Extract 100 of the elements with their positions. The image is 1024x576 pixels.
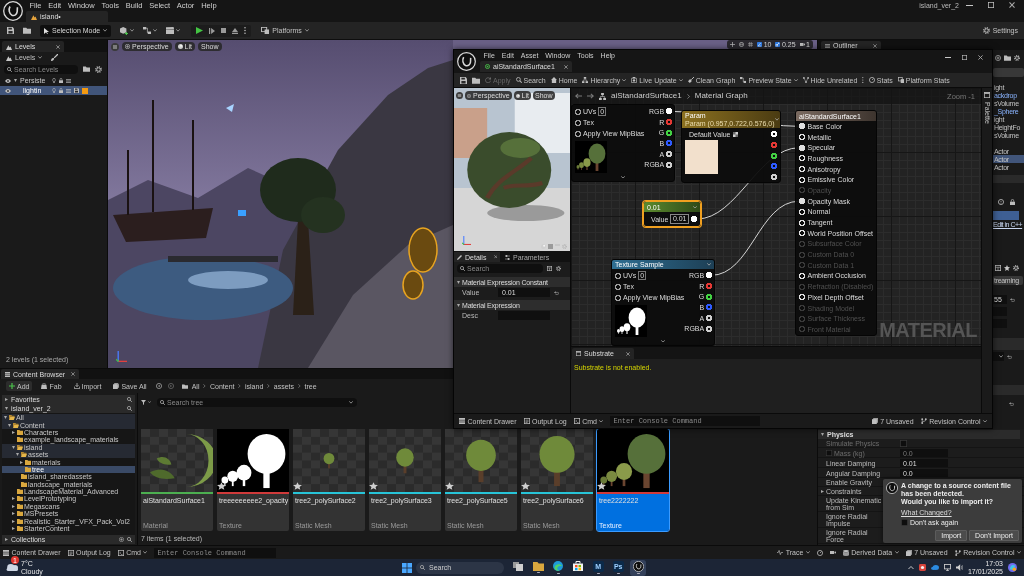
filter-icon[interactable] <box>141 399 146 405</box>
camera-icon[interactable] <box>829 550 836 555</box>
value-field[interactable] <box>498 311 550 320</box>
close-icon[interactable] <box>873 43 877 48</box>
list-icon[interactable] <box>66 88 71 93</box>
reset-icon[interactable] <box>1009 402 1014 406</box>
back-arrow-icon[interactable] <box>575 93 582 99</box>
folder-icon[interactable] <box>83 66 90 72</box>
collapsed-arrow-icon[interactable] <box>20 460 23 464</box>
menu-icon[interactable] <box>111 42 119 51</box>
pin-icon[interactable] <box>615 294 621 301</box>
forward-arrow-icon[interactable] <box>587 93 594 99</box>
save-icon[interactable] <box>460 76 467 84</box>
collapsed-arrow-icon[interactable] <box>12 430 15 434</box>
minimize-icon[interactable] <box>966 4 973 6</box>
collapsed-arrow-icon[interactable] <box>12 512 15 516</box>
pin-icon[interactable] <box>575 119 581 126</box>
monitor-icon[interactable] <box>943 564 951 571</box>
folder-icon[interactable] <box>472 76 480 84</box>
lock-icon[interactable] <box>1010 199 1015 205</box>
search-icon[interactable] <box>127 397 132 402</box>
speaker-icon[interactable] <box>955 564 963 571</box>
collapsed-arrow-icon[interactable] <box>12 504 15 508</box>
taskbar-app-button[interactable] <box>530 559 546 576</box>
cube-plus-icon[interactable] <box>120 26 129 35</box>
search-icon[interactable] <box>127 406 132 411</box>
caret-icon[interactable] <box>621 175 625 178</box>
globe-icon[interactable] <box>739 42 745 47</box>
caret-icon[interactable] <box>153 29 158 32</box>
expanded-arrow-icon[interactable] <box>8 423 11 427</box>
eye-icon[interactable] <box>5 78 11 83</box>
logo-icon[interactable] <box>457 52 476 71</box>
caret-icon[interactable] <box>693 205 697 209</box>
folder-icon[interactable] <box>23 27 31 34</box>
reset-icon[interactable] <box>1010 297 1015 302</box>
collapsed-arrow-icon[interactable] <box>12 519 15 523</box>
eye-icon[interactable] <box>5 88 11 93</box>
expanded-arrow-icon[interactable] <box>14 79 17 82</box>
grid-icon[interactable] <box>748 42 754 47</box>
nodes-icon[interactable] <box>143 27 152 34</box>
taskbar-app-button[interactable] <box>630 559 646 576</box>
gauge-icon[interactable] <box>816 549 823 556</box>
close-icon[interactable] <box>564 64 568 69</box>
history-back-icon[interactable] <box>155 383 162 389</box>
move-icon[interactable] <box>730 42 736 47</box>
caret-icon[interactable] <box>148 401 151 403</box>
close-icon[interactable] <box>56 44 60 49</box>
bulb-icon[interactable] <box>52 88 56 93</box>
search-icon[interactable] <box>127 537 132 542</box>
breadcrumb-link[interactable]: Material Graph <box>694 92 748 100</box>
pin-icon[interactable] <box>575 130 581 137</box>
gear-icon[interactable] <box>556 266 561 271</box>
table-icon[interactable] <box>547 266 552 271</box>
node-graph[interactable] <box>571 88 981 346</box>
collapsed-arrow-icon[interactable] <box>12 527 15 531</box>
pin-icon[interactable] <box>706 293 713 300</box>
close-icon[interactable] <box>493 255 497 259</box>
brush-icon[interactable] <box>51 54 59 61</box>
maximize-icon[interactable] <box>962 55 967 60</box>
pin-icon[interactable] <box>771 152 777 159</box>
reset-icon[interactable] <box>554 290 559 295</box>
expanded-arrow-icon[interactable] <box>16 453 19 457</box>
table-icon[interactable] <box>995 265 1001 271</box>
maximize-icon[interactable] <box>988 2 994 8</box>
chevron-up-icon[interactable] <box>907 565 914 570</box>
play-icon[interactable] <box>196 27 204 34</box>
caret-icon[interactable] <box>130 29 135 32</box>
dropdown-field[interactable] <box>993 352 1004 361</box>
expanded-arrow-icon[interactable] <box>12 445 15 449</box>
bulb-icon[interactable] <box>52 78 56 83</box>
list-icon[interactable] <box>66 78 71 83</box>
pin-icon[interactable] <box>615 283 621 290</box>
gear-icon[interactable] <box>1013 265 1019 271</box>
start-icon[interactable] <box>402 562 412 573</box>
close-icon[interactable] <box>71 372 76 376</box>
caret-icon[interactable] <box>774 118 779 121</box>
collapsed-arrow-icon[interactable] <box>821 490 824 493</box>
cloud-icon[interactable] <box>930 565 939 570</box>
more-icon[interactable] <box>244 27 247 34</box>
checkbox[interactable] <box>901 519 908 527</box>
gear-icon[interactable] <box>1014 55 1020 61</box>
collapsed-arrow-icon[interactable] <box>12 497 15 501</box>
level-color-swatch-icon[interactable] <box>82 87 88 94</box>
caret-icon[interactable] <box>176 29 181 32</box>
input-field[interactable] <box>993 68 1024 77</box>
save-icon[interactable] <box>74 88 79 93</box>
hierarchy-icon[interactable] <box>599 92 606 100</box>
close-icon[interactable] <box>1009 2 1015 8</box>
taskbar-app-button[interactable] <box>550 559 566 576</box>
save-icon[interactable] <box>7 27 14 34</box>
pin-icon[interactable] <box>666 129 673 136</box>
add-circle-icon[interactable] <box>995 55 1001 61</box>
caret-icon[interactable] <box>707 263 711 266</box>
reset-icon[interactable] <box>1007 354 1012 359</box>
caret-icon[interactable] <box>661 339 665 342</box>
material-output-node[interactable] <box>795 110 877 336</box>
app-icon[interactable] <box>918 564 926 571</box>
breadcrumb-link[interactable]: aiStandardSurface1 <box>611 92 682 100</box>
stop-icon[interactable] <box>221 28 227 33</box>
eject-icon[interactable] <box>232 27 239 34</box>
